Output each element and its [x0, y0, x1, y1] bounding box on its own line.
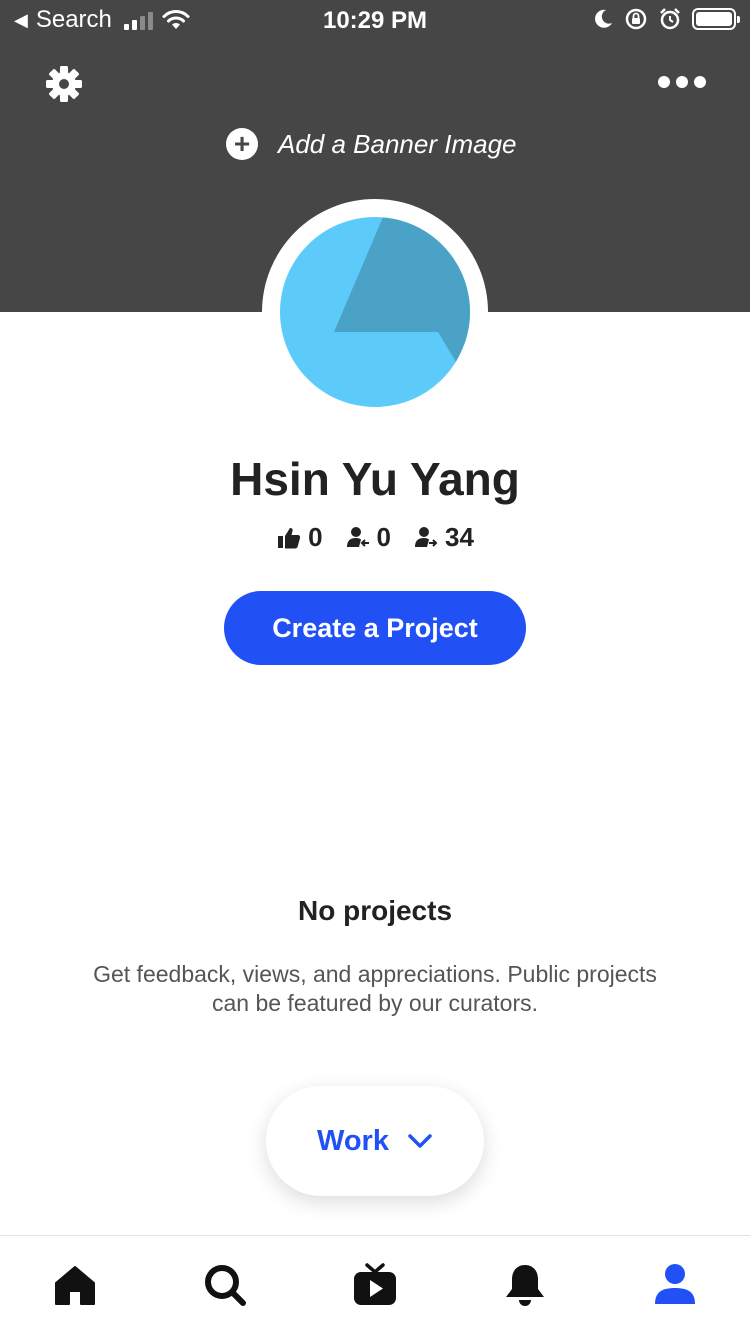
appreciations-stat[interactable]: 0	[276, 522, 323, 553]
work-filter-dropdown[interactable]: Work	[266, 1086, 484, 1196]
rotation-lock-icon	[625, 8, 647, 30]
bell-icon	[506, 1265, 544, 1306]
following-count: 34	[445, 522, 474, 552]
profile-name: Hsin Yu Yang	[230, 453, 520, 505]
tab-profile[interactable]	[600, 1236, 750, 1334]
alarm-icon	[660, 8, 680, 30]
tab-live[interactable]	[300, 1236, 450, 1334]
home-icon	[55, 1266, 95, 1305]
create-project-button[interactable]: Create a Project	[224, 591, 526, 665]
empty-state-description: Get feedback, views, and appreciations. …	[93, 961, 657, 1016]
followers-stat[interactable]: 0	[345, 522, 391, 553]
tab-search[interactable]	[150, 1236, 300, 1334]
thumbs-up-icon	[278, 527, 301, 548]
add-banner-label: Add a Banner Image	[278, 128, 517, 159]
more-options-icon[interactable]	[658, 76, 706, 88]
work-filter-label: Work	[317, 1124, 389, 1157]
bottom-tab-bar	[0, 1235, 750, 1334]
search-icon	[205, 1265, 246, 1306]
live-tv-icon	[354, 1263, 396, 1305]
appreciations-count: 0	[308, 522, 323, 552]
status-icons	[592, 7, 740, 31]
add-banner-button[interactable]: + Add a Banner Image	[226, 128, 517, 160]
moon-icon	[595, 9, 612, 28]
battery-icon	[692, 8, 740, 30]
chevron-down-icon	[408, 1134, 432, 1148]
avatar[interactable]	[280, 217, 470, 407]
plus-icon: +	[226, 128, 258, 160]
settings-gear-icon[interactable]	[44, 64, 84, 104]
tab-home[interactable]	[0, 1236, 150, 1334]
tab-notifications[interactable]	[450, 1236, 600, 1334]
followers-count: 0	[376, 522, 391, 552]
status-bar: ◀ Search 10:29 PM	[0, 0, 750, 40]
empty-state-title: No projects	[297, 895, 453, 926]
profile-icon	[655, 1264, 695, 1304]
following-icon	[415, 526, 438, 547]
followers-icon	[346, 526, 369, 547]
profile-stats: 0 0 34	[0, 522, 750, 553]
following-stat[interactable]: 34	[413, 522, 474, 553]
